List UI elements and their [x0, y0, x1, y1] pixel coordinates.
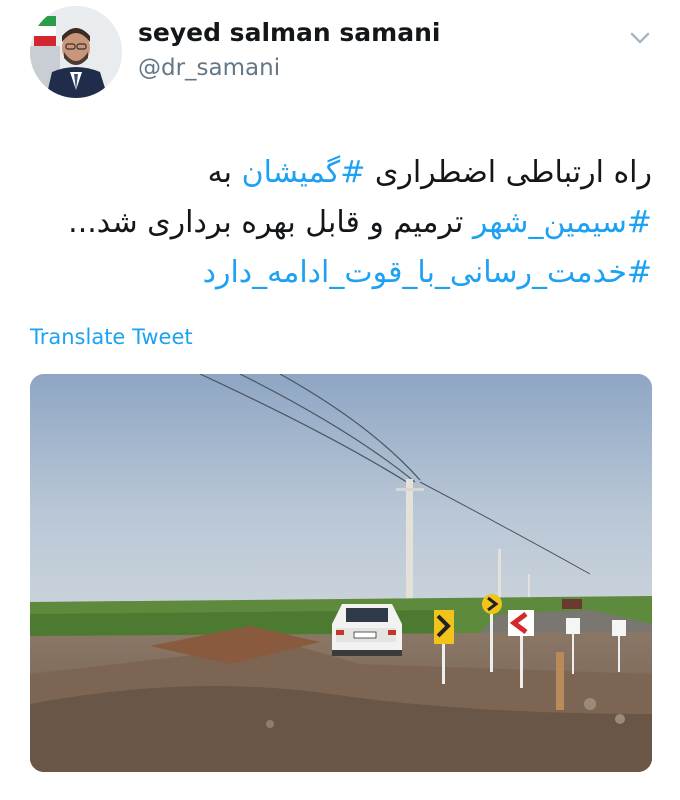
- translate-tweet-link[interactable]: Translate Tweet: [30, 325, 193, 349]
- tweet-line-3: #خدمت_رسانی_با_قوت_ادامه_دارد: [30, 248, 652, 298]
- author-handle[interactable]: @dr_samani: [138, 55, 280, 81]
- chevron-down-icon[interactable]: [626, 24, 654, 52]
- profile-photo: [30, 6, 122, 98]
- author-avatar[interactable]: [30, 6, 122, 98]
- tweet-line-1: راه ارتباطی اضطراری #گمیشان به: [30, 148, 652, 198]
- tweet-text-segment: به: [207, 155, 242, 190]
- tweet-text-segment: ترمیم و قابل بهره برداری شد...: [68, 205, 473, 240]
- tweet-photo[interactable]: [30, 374, 652, 772]
- hashtag-link[interactable]: #گمیشان: [242, 155, 366, 190]
- hashtag-link[interactable]: #سیمین_شهر: [473, 205, 652, 240]
- tweet-line-2: #سیمین_شهر ترمیم و قابل بهره برداری شد..…: [30, 198, 652, 248]
- hashtag-link[interactable]: #خدمت_رسانی_با_قوت_ادامه_دارد: [203, 255, 652, 290]
- tweet-text-segment: راه ارتباطی اضطراری: [365, 155, 652, 190]
- tweet-text: راه ارتباطی اضطراری #گمیشان به #سیمین_شه…: [30, 148, 652, 298]
- author-name[interactable]: seyed salman samani: [138, 18, 440, 47]
